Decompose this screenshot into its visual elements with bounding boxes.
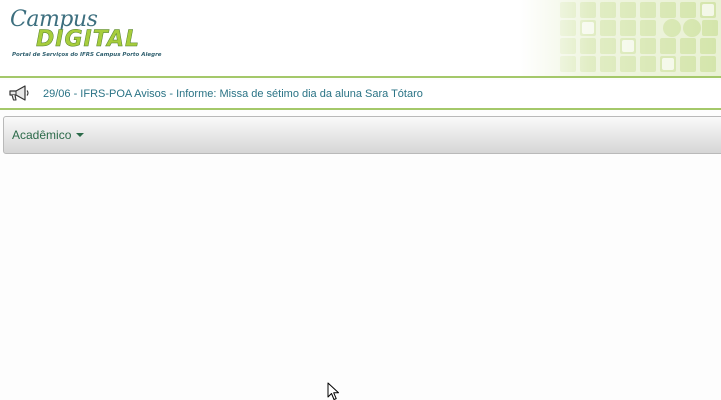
caret-down-icon [76,132,85,137]
news-divider [0,108,721,110]
header-mosaic-decoration [520,0,721,76]
logo-brand-text: DIGITAL [36,27,141,52]
site-header: Campus DIGITAL Portal de Serviços do IFR… [0,0,721,77]
campus-digital-logo[interactable]: Campus DIGITAL Portal de Serviços do IFR… [8,8,168,64]
page: Campus DIGITAL Portal de Serviços do IFR… [0,0,721,400]
logo-subtitle: Portal de Serviços do IFRS Campus Porto … [12,52,162,58]
megaphone-icon [9,85,29,101]
main-menu-bar: Acadêmico [3,116,721,154]
menu-item-label: Acadêmico [12,128,72,142]
menu-item-academico[interactable]: Acadêmico [12,128,85,142]
mouse-cursor-icon [327,382,339,400]
header-divider [0,76,721,78]
news-link[interactable]: 29/06 - IFRS-POA Avisos - Informe: Missa… [43,87,423,101]
main-content [0,156,721,400]
news-bar: 29/06 - IFRS-POA Avisos - Informe: Missa… [0,80,721,108]
